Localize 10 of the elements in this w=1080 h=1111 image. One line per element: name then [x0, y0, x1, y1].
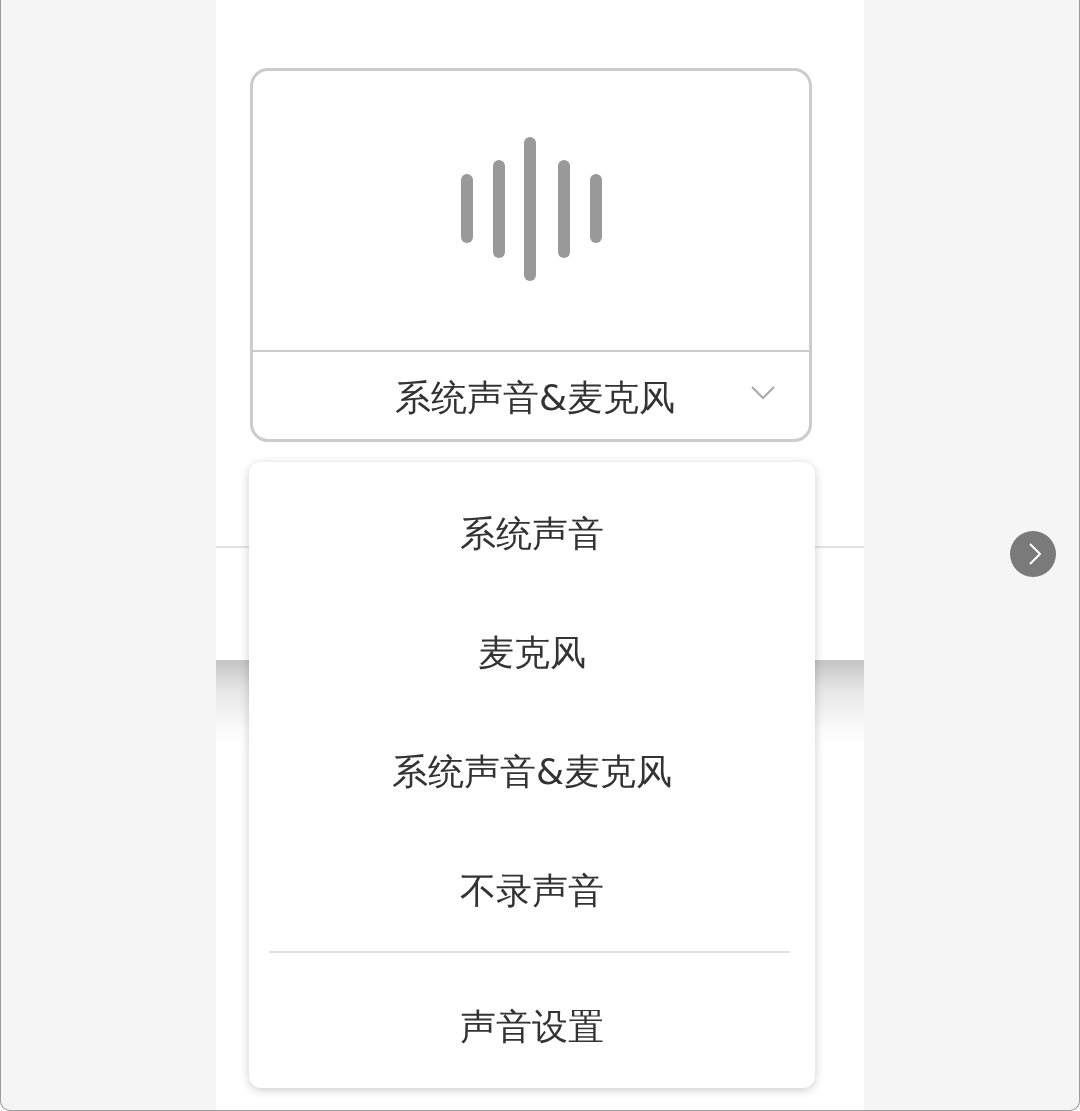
audio-source-select[interactable]: 系统声音&麦克风 — [253, 350, 809, 439]
sound-settings-item[interactable]: 声音设置 — [249, 968, 815, 1087]
chevron-right-icon — [1028, 543, 1041, 565]
audio-option[interactable]: 系统声音&麦克风 — [249, 713, 815, 832]
chevron-down-icon — [751, 385, 775, 400]
audio-option[interactable]: 麦克风 — [249, 594, 815, 713]
audio-option[interactable]: 不录声音 — [249, 832, 815, 951]
audio-option[interactable]: 系统声音 — [249, 475, 815, 594]
next-button[interactable] — [1010, 531, 1056, 577]
sound-wave-icon — [460, 137, 602, 281]
